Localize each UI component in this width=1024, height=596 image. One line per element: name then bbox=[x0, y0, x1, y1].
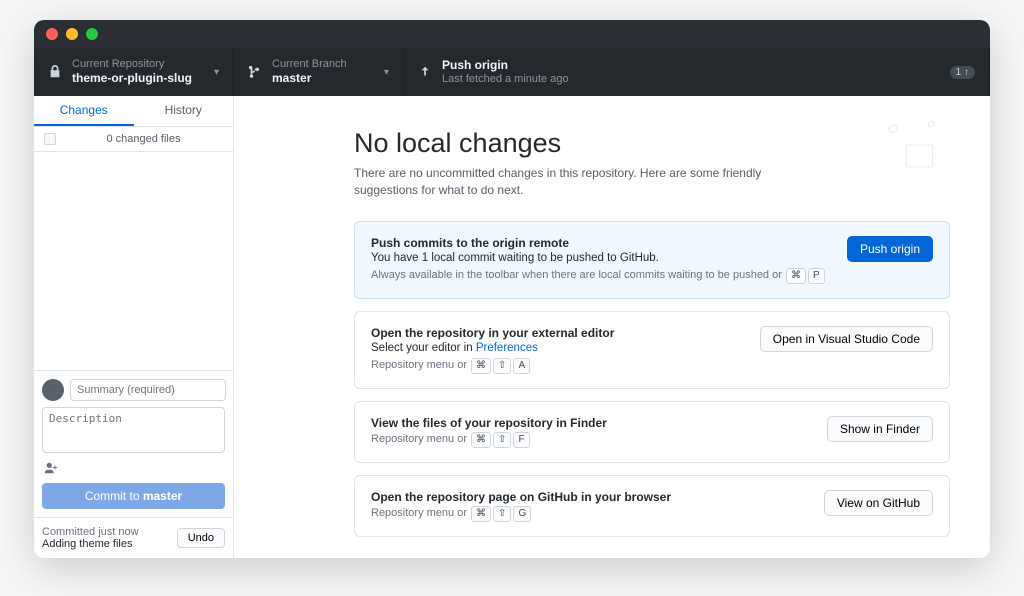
keyboard-key: G bbox=[513, 506, 531, 522]
app-window: Current Repository theme-or-plugin-slug … bbox=[34, 20, 990, 558]
card-action-button[interactable]: Open in Visual Studio Code bbox=[760, 326, 933, 352]
minimize-window-button[interactable] bbox=[66, 28, 78, 40]
chevron-down-icon: ▾ bbox=[214, 67, 219, 78]
select-all-checkbox[interactable] bbox=[44, 133, 56, 145]
keyboard-key: ⇧ bbox=[493, 358, 511, 374]
lock-icon bbox=[48, 65, 62, 79]
branch-selector[interactable]: Current Branch master ▾ bbox=[234, 48, 404, 96]
toolbar: Current Repository theme-or-plugin-slug … bbox=[34, 48, 990, 96]
chevron-down-icon: ▾ bbox=[384, 67, 389, 78]
recent-commit: Committed just now Adding theme files Un… bbox=[34, 517, 233, 558]
decoration-icon bbox=[880, 110, 950, 180]
description-input[interactable] bbox=[42, 407, 225, 453]
card-title: View the files of your repository in Fin… bbox=[371, 416, 607, 430]
suggestion-card: Open the repository page on GitHub in yo… bbox=[354, 475, 950, 537]
push-badge: 1 ↑ bbox=[950, 66, 975, 79]
card-title: Push commits to the origin remote bbox=[371, 236, 826, 250]
card-body: Select your editor in Preferences bbox=[371, 342, 614, 354]
push-sub: Last fetched a minute ago bbox=[442, 73, 940, 86]
repo-value: theme-or-plugin-slug bbox=[72, 71, 204, 85]
keyboard-key: ⌘ bbox=[786, 268, 806, 284]
close-window-button[interactable] bbox=[46, 28, 58, 40]
avatar bbox=[42, 379, 64, 401]
page-title: No local changes bbox=[354, 128, 950, 159]
repo-label: Current Repository bbox=[72, 58, 204, 71]
repo-selector[interactable]: Current Repository theme-or-plugin-slug … bbox=[34, 48, 234, 96]
card-title: Open the repository page on GitHub in yo… bbox=[371, 490, 671, 504]
push-up-icon bbox=[418, 65, 432, 79]
suggestion-card: View the files of your repository in Fin… bbox=[354, 401, 950, 463]
suggestion-card: Push commits to the origin remote You hav… bbox=[354, 221, 950, 299]
recent-commit-message: Adding theme files bbox=[42, 538, 139, 550]
branch-icon bbox=[248, 65, 262, 79]
keyboard-key: ⌘ bbox=[471, 506, 491, 522]
card-action-button[interactable]: Push origin bbox=[847, 236, 933, 262]
card-action-button[interactable]: View on GitHub bbox=[824, 490, 933, 516]
summary-input[interactable] bbox=[70, 379, 226, 401]
card-hint: Always available in the toolbar when the… bbox=[371, 268, 826, 284]
add-coauthor-button[interactable] bbox=[42, 459, 60, 477]
keyboard-key: ⌘ bbox=[471, 432, 491, 448]
commit-panel: Commit to master bbox=[34, 370, 233, 517]
tab-history[interactable]: History bbox=[134, 96, 234, 126]
card-hint: Repository menu or ⌘⇧F bbox=[371, 432, 607, 448]
keyboard-key: A bbox=[513, 358, 530, 374]
card-title: Open the repository in your external edi… bbox=[371, 326, 614, 340]
card-action-button[interactable]: Show in Finder bbox=[827, 416, 933, 442]
branch-value: master bbox=[272, 71, 374, 85]
file-list bbox=[34, 152, 233, 370]
keyboard-key: P bbox=[808, 268, 825, 284]
undo-button[interactable]: Undo bbox=[177, 528, 225, 548]
keyboard-key: ⌘ bbox=[471, 358, 491, 374]
tab-changes[interactable]: Changes bbox=[34, 96, 134, 126]
push-label: Push origin bbox=[442, 58, 940, 72]
keyboard-key: ⇧ bbox=[493, 506, 511, 522]
maximize-window-button[interactable] bbox=[86, 28, 98, 40]
branch-label: Current Branch bbox=[272, 58, 374, 71]
card-hint: Repository menu or ⌘⇧G bbox=[371, 506, 671, 522]
card-hint: Repository menu or ⌘⇧A bbox=[371, 358, 614, 374]
changed-file-count: 0 changed files bbox=[64, 133, 223, 145]
card-body: You have 1 local commit waiting to be pu… bbox=[371, 252, 826, 264]
commit-button[interactable]: Commit to master bbox=[42, 483, 225, 509]
keyboard-key: ⇧ bbox=[493, 432, 511, 448]
sidebar: Changes History 0 changed files Commit t… bbox=[34, 96, 234, 558]
push-origin-toolbar[interactable]: Push origin Last fetched a minute ago 1 … bbox=[404, 48, 990, 96]
keyboard-key: F bbox=[513, 432, 529, 448]
recent-commit-time: Committed just now bbox=[42, 526, 139, 538]
titlebar bbox=[34, 20, 990, 48]
page-subtitle: There are no uncommitted changes in this… bbox=[354, 165, 774, 199]
main-content: No local changes There are no uncommitte… bbox=[234, 96, 990, 558]
suggestion-card: Open the repository in your external edi… bbox=[354, 311, 950, 389]
preferences-link[interactable]: Preferences bbox=[476, 342, 538, 354]
